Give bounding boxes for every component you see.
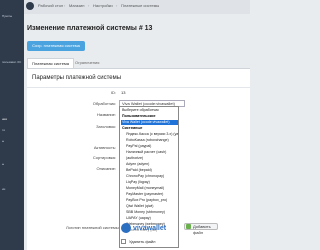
dropdown-option[interactable]: Наличный расчет (cash): [121, 150, 178, 155]
activity-label: Активность:: [93, 145, 116, 150]
dropdown-option[interactable]: UAPAY (uapay): [121, 216, 178, 221]
save-button[interactable]: Сохр. платежная система: [27, 41, 85, 51]
sidebar-item-label[interactable]: ии: [2, 187, 5, 191]
sidebar-item-label[interactable]: ы: [2, 139, 4, 143]
dropdown-option-selected[interactable]: Viva Wallet (ocode:vivawallet): [121, 120, 178, 125]
breadcrumb-item[interactable]: Магазин: [69, 3, 84, 8]
sidebar-item-label[interactable]: Пункты: [2, 14, 12, 18]
name-label: Название:: [97, 112, 116, 117]
sidebar-item-label[interactable]: ы: [2, 162, 4, 166]
breadcrumb: Рабочий стол › Магазин › Настройки › Пла…: [24, 0, 250, 14]
breadcrumb-separator: ›: [64, 3, 66, 8]
breadcrumb-item[interactable]: Настройки: [93, 3, 113, 8]
id-value: 13: [121, 90, 126, 95]
dropdown-option[interactable]: LiqPay (liqpay): [121, 180, 178, 185]
dropdown-option[interactable]: RoboKassa (roboxchange): [121, 138, 178, 143]
dropdown-option[interactable]: BePaid (bepaid): [121, 168, 178, 173]
dropdown-option[interactable]: SBB Money (sbbmoney): [121, 210, 178, 215]
dropdown-option[interactable]: Qiwi Wallet (qiwi): [121, 204, 178, 209]
divider: [27, 87, 250, 88]
description-label: Описание:: [96, 166, 116, 171]
breadcrumb-item[interactable]: Рабочий стол: [38, 3, 63, 8]
dropdown-option[interactable]: (authorize): [121, 156, 178, 161]
tab-restrictions[interactable]: Ограничения: [71, 58, 103, 68]
page-title: Изменение платежной системы # 13: [27, 25, 153, 32]
title-label: Заголовок:: [96, 124, 116, 129]
handler-label: Обработчик:: [92, 101, 116, 106]
dropdown-option[interactable]: PayBox Pro (paybox_pro): [121, 198, 178, 203]
upload-icon: [186, 224, 191, 229]
sidebar-item-label[interactable]: пользоват. 0С: [2, 60, 21, 64]
breadcrumb-separator: ›: [88, 3, 90, 8]
panel-title: Параметры платежной системы: [32, 75, 122, 81]
tab-payment-system[interactable]: Платежная система: [27, 58, 74, 68]
dropdown-option[interactable]: PayPal (paypal): [121, 144, 178, 149]
dropdown-option[interactable]: ChronoPay (chronopay): [121, 174, 178, 179]
delete-file-checkbox[interactable]: [121, 239, 126, 244]
dropdown-option[interactable]: Выберите обработчик: [121, 108, 178, 113]
delete-file-label: Удалить файл: [129, 239, 156, 244]
dropdown-option[interactable]: Яндекс.Касса (с версии 3.x) (yandexcheck…: [121, 132, 178, 137]
sidebar-item-label[interactable]: ния: [2, 117, 7, 121]
dropdown-option[interactable]: Adyen (adyen): [121, 162, 178, 167]
sort-label: Сортировка:: [92, 155, 116, 160]
logo-label: Логотип платежной системы:: [66, 225, 120, 230]
id-label: ID:: [110, 90, 116, 95]
dropdown-option[interactable]: MoneyMail (moneymail): [121, 186, 178, 191]
dropdown-group-label: Пользовательские: [122, 114, 156, 118]
vivawallet-logo-icon: [121, 223, 131, 233]
sidebar: Пункты пользоват. 0С ния ти ы ы ии: [0, 0, 24, 250]
logo-text: vivawallet: [133, 225, 167, 232]
breadcrumb-separator: ›: [116, 3, 118, 8]
home-icon[interactable]: [26, 2, 34, 10]
sidebar-item-label[interactable]: ти: [2, 128, 5, 132]
breadcrumb-item[interactable]: Платежные системы: [121, 3, 159, 8]
dropdown-option[interactable]: PayMaster (paymaster): [121, 192, 178, 197]
dropdown-group-label: Системные: [122, 126, 143, 130]
